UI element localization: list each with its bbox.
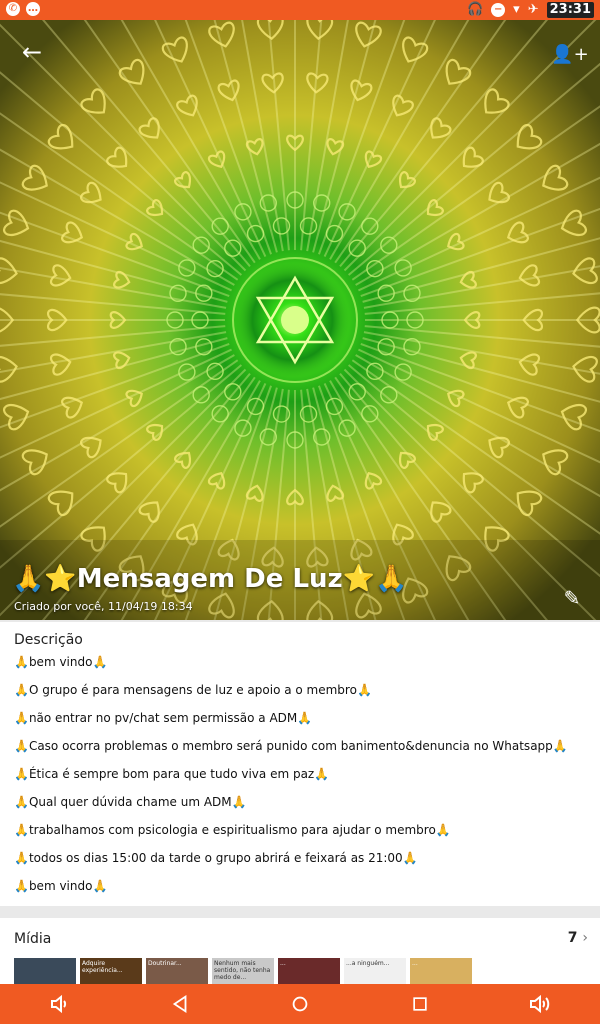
recents-icon [413,997,427,1011]
media-thumbnail[interactable]: ... [410,958,472,984]
volume-down-button[interactable] [36,984,84,1024]
media-thumbnail[interactable]: Nenhum mais sentido, não tenha medo de..… [212,958,274,984]
media-thumbnail[interactable]: Adquire experiência... [80,958,142,984]
edit-group-button[interactable]: ✎ [554,580,590,616]
person-add-icon: 👤+ [551,44,589,65]
description-line: 🙏Caso ocorra problemas o membro será pun… [14,739,568,753]
media-count[interactable]: 7 › [568,930,588,946]
arrow-back-icon: ← [21,38,43,66]
media-section[interactable]: Mídia 7 › Adquire experiência... Doutrin… [0,918,600,984]
chat-icon: … [26,2,40,16]
navigation-bar [0,984,600,1024]
do-not-disturb-icon: − [491,3,506,17]
description-line: 🙏bem vindo🙏 [14,879,108,893]
back-button[interactable]: ← [10,30,54,74]
status-time: 23:31 [546,2,594,18]
back-icon [172,994,187,1014]
volume-down-icon [51,994,67,1014]
description-text: 🙏bem vindo🙏 🙏O grupo é para mensagens de… [14,654,594,906]
home-icon [292,996,308,1012]
group-title: 🙏⭐Mensagem De Luz⭐🙏 [12,564,408,594]
back-nav-button[interactable] [156,984,204,1024]
recents-button[interactable] [396,984,444,1024]
media-heading: Mídia [14,931,52,947]
group-created-info: Criado por você, 11/04/19 18:34 [14,600,193,613]
pencil-icon: ✎ [563,586,581,610]
description-line: 🙏todos os dias 15:00 da tarde o grupo ab… [14,851,418,865]
description-line: 🙏O grupo é para mensagens de luz e apoio… [14,683,372,697]
description-heading: Descrição [14,632,83,648]
description-card[interactable]: Descrição 🙏bem vindo🙏 🙏O grupo é para me… [0,622,600,906]
media-thumbnail[interactable]: ...a ninguém... [344,958,406,984]
description-line: 🙏Ética é sempre bom para que tudo viva e… [14,767,330,781]
mandala-image [0,20,600,620]
home-button[interactable] [276,984,324,1024]
airplane-icon: ✈ [527,2,539,17]
status-bar: ✆ … 🎧 − ▾ ✈ 23:31 [0,0,600,20]
description-line: 🙏Qual quer dúvida chame um ADM🙏 [14,795,247,809]
media-thumbnail[interactable]: ... [278,958,340,984]
media-thumbnail[interactable] [14,958,76,984]
wifi-icon: ▾ [513,2,520,17]
volume-up-button[interactable] [516,984,564,1024]
whatsapp-icon: ✆ [6,2,20,16]
description-line: 🙏trabalhamos com psicologia e espiritual… [14,823,451,837]
description-line: 🙏bem vindo🙏 [14,655,108,669]
description-line: 🙏não entrar no pv/chat sem permissão a A… [14,711,313,725]
media-thumbnail[interactable]: Doutrinar... [146,958,208,984]
volume-up-icon [530,994,550,1014]
add-participant-button[interactable]: 👤+ [548,30,592,74]
media-thumbnails: Adquire experiência... Doutrinar... Nenh… [14,958,472,984]
headphones-icon: 🎧 [466,2,484,17]
chevron-right-icon: › [582,930,588,946]
group-photo[interactable]: ← 👤+ 🙏⭐Mensagem De Luz⭐🙏 Criado por você… [0,20,600,620]
